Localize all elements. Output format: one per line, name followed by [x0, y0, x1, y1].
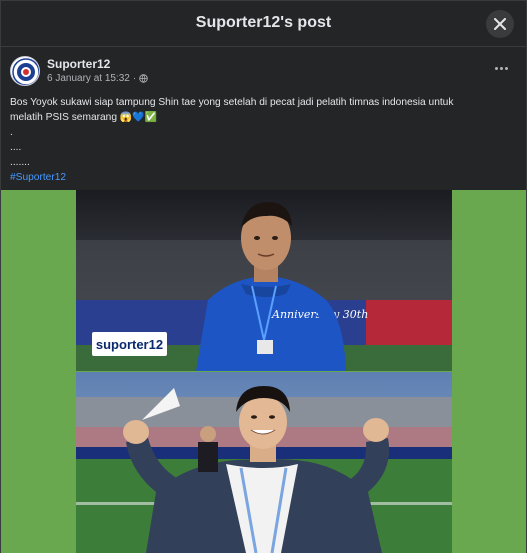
post-media: Anniversary 30th suporter12	[1, 190, 526, 553]
post-header: Suporter12 6 January at 15:32 ·	[1, 48, 526, 94]
globe-icon	[139, 74, 148, 83]
more-options-button[interactable]	[490, 60, 512, 76]
post-text-segment: melatih PSIS semarang	[10, 112, 118, 123]
post-text-line: melatih PSIS semarang 😱💙✅	[10, 110, 515, 125]
post-text-line: .......	[10, 157, 30, 168]
more-dot	[499, 66, 503, 70]
modal-title: Suporter12's post	[195, 14, 332, 31]
more-dot	[504, 66, 508, 70]
post-meta: 6 January at 15:32 ·	[47, 73, 148, 84]
post-text-line: .	[10, 127, 13, 138]
author-avatar[interactable]	[10, 56, 40, 86]
watermark-logo: suporter12	[92, 332, 167, 356]
close-icon	[494, 18, 506, 30]
club-logo-icon	[12, 58, 39, 85]
photo-coach-celebrating	[76, 372, 452, 553]
emoji-reaction: 😱💙✅	[119, 112, 158, 123]
post-photo[interactable]: Anniversary 30th suporter12	[76, 190, 452, 553]
close-button[interactable]	[486, 10, 514, 38]
author-name[interactable]: Suporter12	[47, 57, 110, 71]
post-text-line: Bos Yoyok sukawi siap tampung Shin tae y…	[10, 97, 454, 108]
post-modal: Suporter12's post Suporter12 6 January a…	[0, 0, 527, 553]
modal-header: Suporter12's post	[1, 1, 526, 47]
post-body: Bos Yoyok sukawi siap tampung Shin tae y…	[10, 95, 515, 185]
more-options-icon	[494, 66, 498, 70]
post-text-line: ....	[10, 142, 22, 153]
meta-separator: ·	[132, 73, 137, 84]
post-timestamp[interactable]: 6 January at 15:32	[47, 73, 130, 84]
hashtag-link[interactable]: #Suporter12	[10, 170, 515, 185]
